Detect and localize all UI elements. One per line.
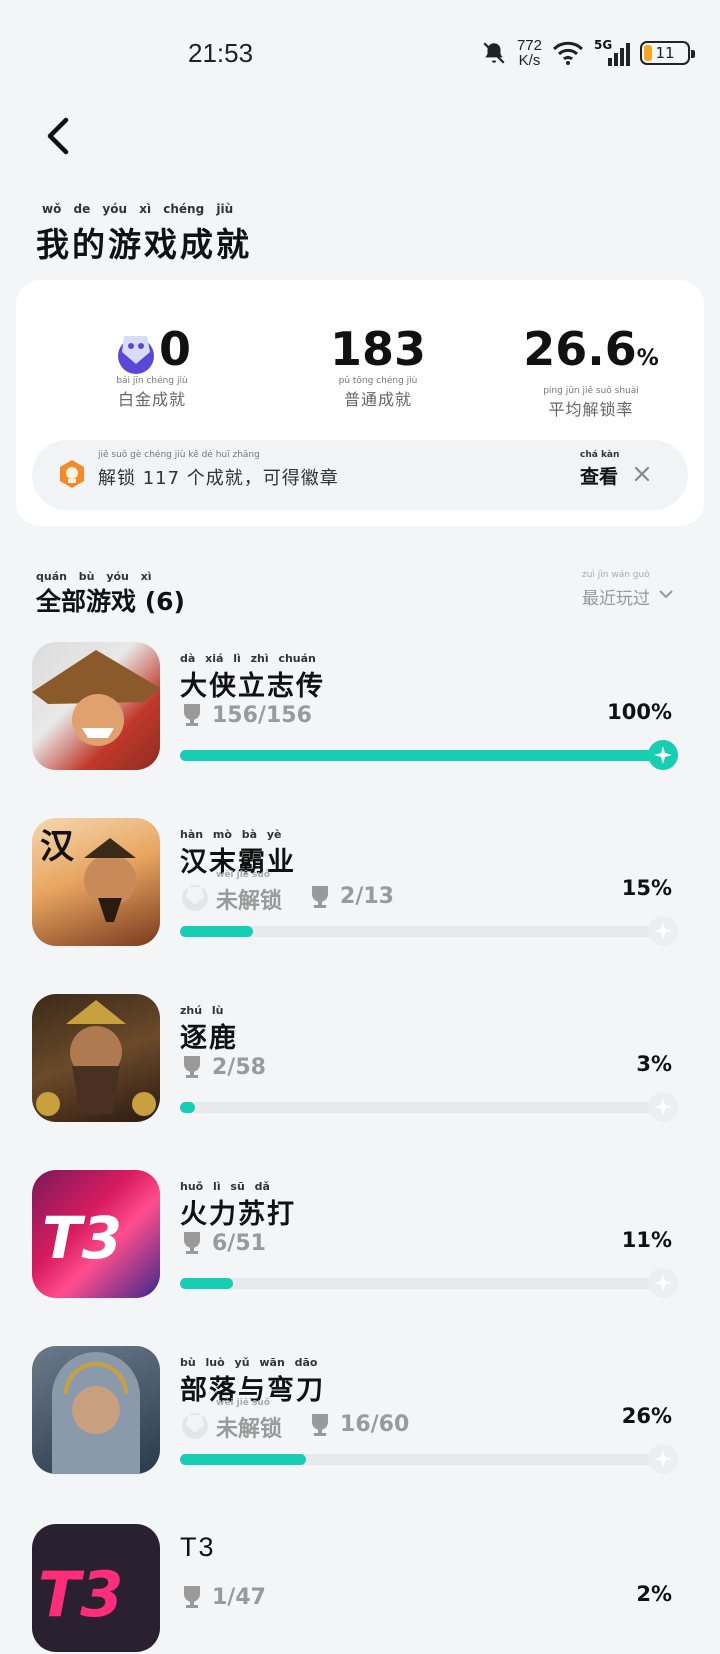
- game-cover-image: [32, 1346, 160, 1474]
- wifi-icon: [552, 41, 584, 65]
- section-title: quán bù yóu xì 全部游戏 (6): [36, 570, 185, 616]
- game-item[interactable]: zhú lù 逐鹿 2/58 3%: [32, 994, 692, 1124]
- status-bar: 21:53 772 K/s 5G 11: [0, 0, 720, 100]
- game-percent: 15%: [621, 876, 672, 900]
- platinum-trophy-icon: [182, 1412, 208, 1439]
- progress-bar: [180, 926, 666, 937]
- summary-card: 0 bái jīn chéng jiù 白金成就 183 pǔ tōng ché…: [16, 280, 704, 526]
- star-icon: [648, 1268, 678, 1298]
- normal-label: 普通成就: [343, 390, 412, 409]
- back-button[interactable]: [34, 112, 82, 160]
- game-item[interactable]: bù luò yǔ wān dāo 部落与弯刀 wèi jiě suǒ 未解锁 …: [32, 1346, 692, 1476]
- platinum-trophy-icon: [182, 884, 208, 911]
- game-cover-image: T3: [32, 1170, 160, 1298]
- star-icon: [648, 1092, 678, 1122]
- svg-text:汉: 汉: [40, 827, 75, 867]
- network-speed: 772 K/s: [516, 37, 542, 69]
- game-percent: 100%: [607, 700, 672, 724]
- progress-bar: [180, 1454, 666, 1465]
- game-percent: 11%: [621, 1228, 672, 1252]
- trophy-icon: [184, 1232, 200, 1254]
- battery-icon: 11: [640, 41, 695, 65]
- star-icon: [648, 1444, 678, 1474]
- platinum-locked-tag: wèi jiě suǒ 未解锁: [180, 870, 282, 915]
- game-name: zhú lù 逐鹿: [180, 1004, 238, 1054]
- game-name: T3: [180, 1532, 216, 1562]
- status-icons: 772 K/s 5G 11: [481, 36, 695, 70]
- svg-text:T3: T3: [38, 1558, 123, 1631]
- normal-stat: 183 pǔ tōng chéng jiù 普通成就: [298, 322, 458, 410]
- trophy-icon: [184, 1056, 200, 1078]
- game-item[interactable]: 汉 hàn mò bà yè 汉末霸业 wèi jiě suǒ 未解锁 2/13…: [32, 818, 692, 948]
- progress-bar: [180, 1278, 666, 1289]
- trophy-icon: [184, 704, 200, 726]
- game-percent: 2%: [636, 1582, 672, 1606]
- trophy-icon: [312, 885, 329, 908]
- page-title: wǒ de yóu xì chéng jiù 我的游戏成就: [36, 202, 252, 264]
- game-name: huǒ lì sū dǎ 火力苏打: [180, 1180, 296, 1230]
- game-name: dà xiá lì zhì chuán 大侠立志传: [180, 652, 325, 702]
- signal-icon: 5G: [594, 38, 630, 66]
- status-time: 21:53: [188, 38, 254, 68]
- platinum-locked-tag: wèi jiě suǒ 未解锁: [180, 1398, 282, 1443]
- svg-text:T3: T3: [42, 1204, 122, 1272]
- game-cover-image: 汉: [32, 818, 160, 946]
- game-percent: 3%: [636, 1052, 672, 1076]
- badge-text: jiě suǒ gè chéng jiù kě dé huī zhāng 解锁 …: [98, 450, 339, 489]
- progress-bar: [180, 750, 666, 761]
- game-item[interactable]: T3 huǒ lì sū dǎ 火力苏打 6/51 11%: [32, 1170, 692, 1300]
- view-badge-button[interactable]: chá kàn 查看: [580, 450, 619, 489]
- page-title-pinyin: wǒ de yóu xì chéng jiù: [42, 202, 234, 216]
- achievement-count: 156/156: [180, 702, 312, 728]
- game-cover-image: [32, 994, 160, 1122]
- platinum-label: 白金成就: [117, 390, 186, 409]
- game-item[interactable]: dà xiá lì zhì chuán 大侠立志传 156/156 100%: [32, 642, 692, 772]
- achievement-count: wèi jiě suǒ 未解锁 16/60: [180, 1398, 409, 1443]
- trophy-icon: [312, 1413, 329, 1436]
- game-cover-image: T3: [32, 1524, 160, 1652]
- platinum-stat: 0 bái jīn chéng jiù 白金成就: [92, 322, 212, 410]
- game-percent: 26%: [621, 1404, 672, 1428]
- achievement-count: 2/58: [180, 1054, 266, 1080]
- back-arrow-icon: [47, 117, 69, 155]
- platinum-trophy-icon: [117, 335, 154, 374]
- badge-icon: [60, 460, 84, 488]
- star-icon: [648, 916, 678, 946]
- game-item[interactable]: T3 T3 1/47 2%: [32, 1524, 692, 1654]
- trophy-icon: [184, 1586, 200, 1608]
- badge-banner[interactable]: jiě suǒ gè chéng jiù kě dé huī zhāng 解锁 …: [32, 440, 688, 510]
- rate-label: 平均解锁率: [548, 400, 634, 419]
- star-icon: [648, 740, 678, 770]
- sort-dropdown[interactable]: zuì jìn wán guò 最近玩过: [582, 570, 674, 609]
- bell-off-icon: [483, 42, 505, 64]
- chevron-down-icon: [659, 589, 673, 598]
- progress-bar: [180, 1102, 666, 1113]
- achievement-count: 1/47: [180, 1584, 266, 1610]
- achievement-count: 6/51: [180, 1230, 266, 1256]
- game-cover-image: [32, 642, 160, 770]
- rate-stat: 26.6% píng jūn jiě suǒ shuài 平均解锁率: [516, 322, 666, 420]
- close-icon[interactable]: [630, 462, 654, 486]
- achievement-count: wèi jiě suǒ 未解锁 2/13: [180, 870, 394, 915]
